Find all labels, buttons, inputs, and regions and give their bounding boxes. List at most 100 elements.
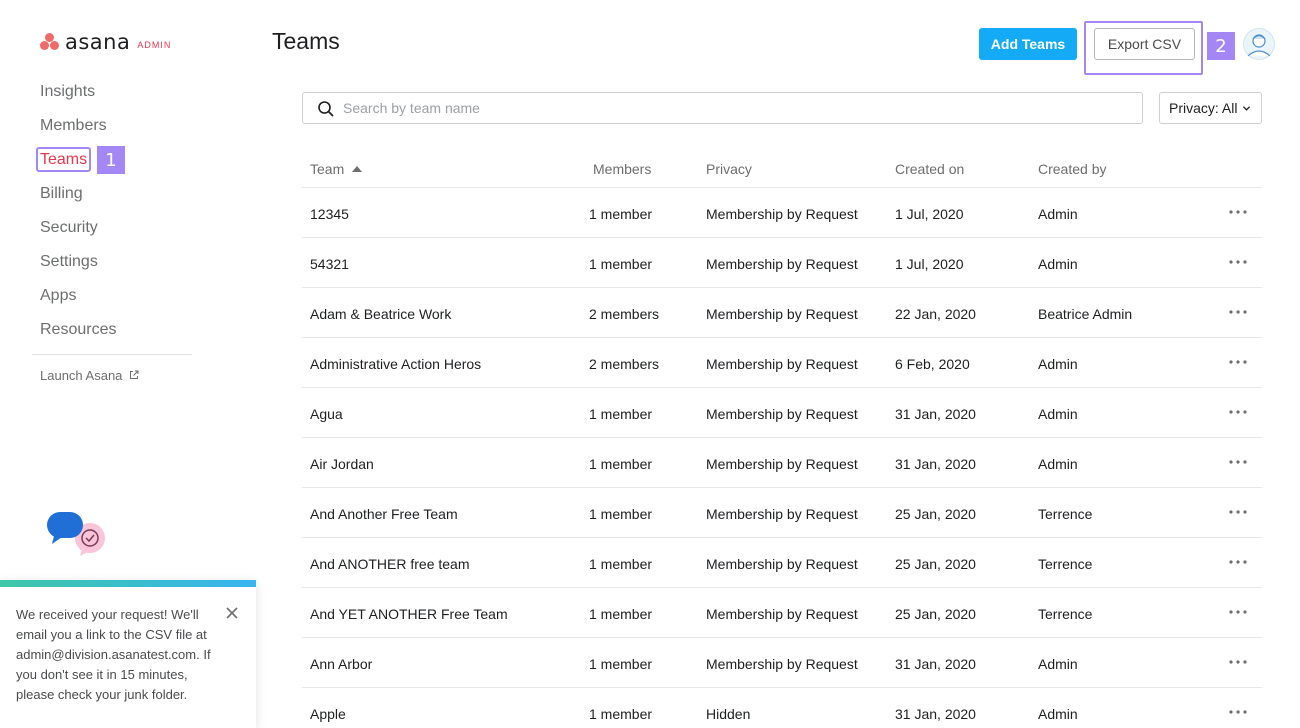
members-cell: 2 members	[589, 356, 660, 372]
team-name-cell[interactable]: Apple	[310, 706, 346, 722]
sidebar-item-resources[interactable]: Resources	[40, 318, 116, 352]
user-avatar[interactable]	[1243, 28, 1275, 60]
members-cell: 1 member	[589, 406, 653, 422]
more-options-icon[interactable]	[1228, 454, 1248, 470]
created-by-cell: Admin	[1038, 706, 1078, 722]
chat-support-icon[interactable]	[46, 510, 108, 558]
table-row[interactable]: Agua 1 member Membership by Request 31 Jan,…	[302, 388, 1262, 438]
privacy-cell: Membership by Request	[706, 656, 858, 672]
created-by-cell: Admin	[1038, 656, 1078, 672]
logo-admin-tag: ADMIN	[137, 39, 172, 50]
sidebar-item-security[interactable]: Security	[40, 216, 116, 250]
created-on-cell: 1 Jul, 2020	[895, 256, 964, 272]
team-name-cell[interactable]: Adam & Beatrice Work	[310, 306, 451, 322]
sidebar-item-label: Apps	[40, 287, 77, 304]
table-row[interactable]: Ann Arbor 1 member Membership by Request 31…	[302, 638, 1262, 688]
sidebar-divider	[32, 354, 192, 355]
search-input[interactable]	[343, 98, 1123, 118]
page-title: Teams	[272, 28, 340, 54]
privacy-filter-dropdown[interactable]: Privacy: All	[1159, 92, 1262, 124]
members-cell: 1 member	[589, 656, 653, 672]
privacy-cell: Membership by Request	[706, 606, 858, 622]
members-cell: 1 member	[589, 256, 653, 272]
team-name-cell[interactable]: And Another Free Team	[310, 506, 458, 522]
table-row[interactable]: 12345 1 member Membership by Request 1 Jul,…	[302, 188, 1262, 238]
sidebar-item-billing[interactable]: Billing	[40, 182, 116, 216]
team-name-cell[interactable]: Administrative Action Heros	[310, 356, 481, 372]
sidebar: asana ADMIN Insights Members Teams 1 Billing…	[0, 0, 260, 728]
privacy-cell: Membership by Request	[706, 406, 858, 422]
privacy-cell: Membership by Request	[706, 556, 858, 572]
table-row[interactable]: And Another Free Team 1 member Membership …	[302, 488, 1262, 538]
team-name-cell[interactable]: Agua	[310, 406, 343, 422]
teams-table: Team Members Privacy Created on Created …	[302, 150, 1262, 728]
add-teams-button[interactable]: Add Teams	[979, 28, 1077, 60]
column-header-privacy[interactable]: Privacy	[706, 161, 752, 177]
team-name-cell[interactable]: And YET ANOTHER Free Team	[310, 606, 508, 622]
launch-asana-link[interactable]: Launch Asana	[40, 368, 139, 383]
search-box	[302, 92, 1143, 124]
table-row[interactable]: And YET ANOTHER Free Team 1 member Members…	[302, 588, 1262, 638]
more-options-icon[interactable]	[1228, 404, 1248, 420]
sidebar-item-label: Settings	[40, 253, 98, 270]
sidebar-nav: Insights Members Teams 1 Billing Security Sett…	[35, 80, 125, 352]
created-on-cell: 31 Jan, 2020	[895, 456, 976, 472]
created-on-cell: 31 Jan, 2020	[895, 406, 976, 422]
column-header-members[interactable]: Members	[593, 161, 651, 177]
sidebar-item-settings[interactable]: Settings	[40, 250, 116, 284]
callout-badge-1: 1	[97, 146, 125, 174]
more-options-icon[interactable]	[1228, 354, 1248, 370]
more-options-icon[interactable]	[1228, 554, 1248, 570]
sidebar-item-members[interactable]: Members	[40, 114, 116, 148]
sidebar-item-apps[interactable]: Apps	[40, 284, 116, 318]
table-row[interactable]: Adam & Beatrice Work 2 members Membership …	[302, 288, 1262, 338]
created-by-cell: Admin	[1038, 256, 1078, 272]
created-on-cell: 22 Jan, 2020	[895, 306, 976, 322]
more-options-icon[interactable]	[1228, 204, 1248, 220]
more-options-icon[interactable]	[1228, 654, 1248, 670]
sidebar-item-label: Members	[40, 117, 107, 134]
privacy-filter-label: Privacy: All	[1169, 100, 1238, 116]
more-options-icon[interactable]	[1228, 604, 1248, 620]
more-options-icon[interactable]	[1228, 704, 1248, 720]
team-name-cell[interactable]: Ann Arbor	[310, 656, 372, 672]
sidebar-item-insights[interactable]: Insights	[40, 80, 116, 114]
table-row[interactable]: Apple 1 member Hidden 31 Jan, 2020 Admin	[302, 688, 1262, 728]
table-body: 12345 1 member Membership by Request 1 Jul,…	[302, 188, 1262, 728]
members-cell: 1 member	[589, 506, 653, 522]
column-header-created-by[interactable]: Created by	[1038, 161, 1106, 177]
created-on-cell: 31 Jan, 2020	[895, 656, 976, 672]
privacy-cell: Membership by Request	[706, 306, 858, 322]
more-options-icon[interactable]	[1228, 304, 1248, 320]
more-options-icon[interactable]	[1228, 504, 1248, 520]
created-by-cell: Admin	[1038, 206, 1078, 222]
team-name-cell[interactable]: 54321	[310, 256, 349, 272]
team-name-cell[interactable]: And ANOTHER free team	[310, 556, 470, 572]
table-row[interactable]: Administrative Action Heros 2 members Memb…	[302, 338, 1262, 388]
sidebar-item-label: Security	[40, 219, 98, 236]
logo-wordmark: asana	[65, 30, 131, 54]
app-root: asana ADMIN Insights Members Teams 1 Billing…	[0, 0, 1300, 728]
table-row[interactable]: And ANOTHER free team 1 member Membership …	[302, 538, 1262, 588]
column-header-created-on[interactable]: Created on	[895, 161, 964, 177]
table-row[interactable]: Air Jordan 1 member Membership by Request 3…	[302, 438, 1262, 488]
created-by-cell: Beatrice Admin	[1038, 306, 1133, 322]
column-header-team-label: Team	[310, 161, 345, 177]
created-on-cell: 25 Jan, 2020	[895, 606, 976, 622]
close-icon[interactable]	[224, 605, 240, 621]
sidebar-item-label: Resources	[40, 321, 117, 338]
created-on-cell: 25 Jan, 2020	[895, 506, 976, 522]
members-cell: 1 member	[589, 606, 653, 622]
team-name-cell[interactable]: 12345	[310, 206, 349, 222]
sidebar-item-teams[interactable]: Teams 1	[35, 146, 125, 182]
more-options-icon[interactable]	[1228, 254, 1248, 270]
column-header-team[interactable]: Team	[310, 161, 363, 177]
asana-admin-logo[interactable]: asana ADMIN	[40, 30, 171, 54]
export-csv-button[interactable]: Export CSV	[1094, 28, 1195, 60]
chevron-down-icon	[1242, 106, 1251, 111]
team-name-cell[interactable]: Air Jordan	[310, 456, 374, 472]
table-row[interactable]: 54321 1 member Membership by Request 1 Jul,…	[302, 238, 1262, 288]
search-icon	[318, 101, 334, 117]
export-toast: We received your request! We'll email yo…	[0, 580, 256, 728]
created-by-cell: Admin	[1038, 456, 1078, 472]
